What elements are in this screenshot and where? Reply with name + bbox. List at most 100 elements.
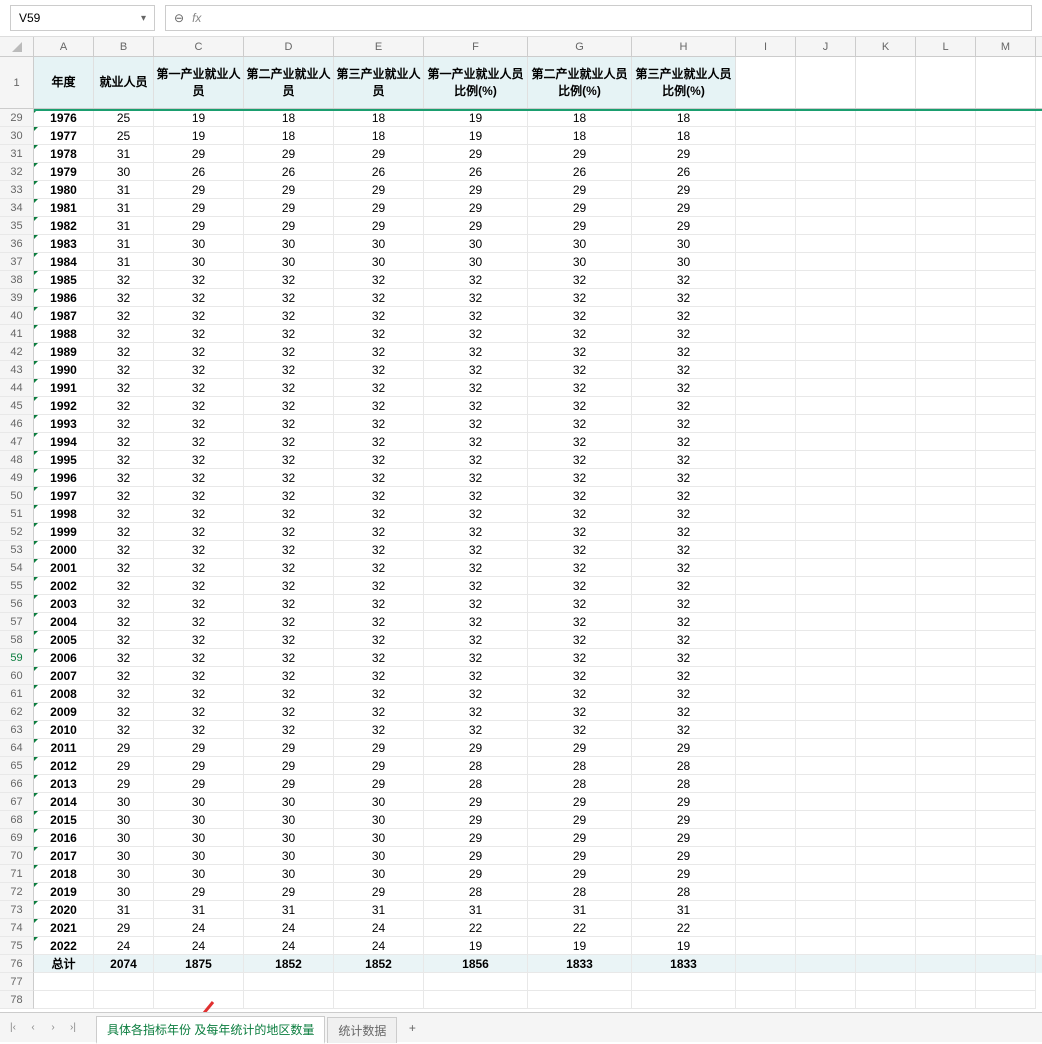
cell[interactable]: 32 [528,271,632,289]
column-header[interactable]: C [154,37,244,56]
cell[interactable]: 32 [154,307,244,325]
cell[interactable] [796,559,856,577]
cell[interactable] [916,199,976,217]
cell[interactable] [796,595,856,613]
cell[interactable] [856,199,916,217]
cell[interactable] [736,109,796,127]
cell[interactable]: 29 [424,181,528,199]
row-number[interactable]: 42 [0,343,34,361]
cell[interactable] [736,343,796,361]
cell[interactable] [736,991,796,1009]
row-number[interactable]: 68 [0,811,34,829]
cell[interactable] [736,703,796,721]
cell[interactable]: 30 [424,235,528,253]
add-sheet-button[interactable]: + [403,1019,421,1037]
cell[interactable]: 1985 [34,271,94,289]
column-header[interactable]: I [736,37,796,56]
cell[interactable]: 1833 [528,955,632,973]
cell[interactable] [976,379,1036,397]
cell[interactable] [736,397,796,415]
cell[interactable] [736,793,796,811]
cell[interactable]: 32 [154,361,244,379]
cell[interactable]: 32 [528,703,632,721]
row-number[interactable]: 33 [0,181,34,199]
cell[interactable]: 18 [632,109,736,127]
cell[interactable] [796,829,856,847]
cell[interactable]: 30 [94,793,154,811]
cell[interactable]: 29 [632,865,736,883]
cell[interactable] [796,181,856,199]
cell[interactable]: 32 [632,559,736,577]
column-header[interactable]: A [34,37,94,56]
cell[interactable] [94,991,154,1009]
cell[interactable]: 32 [424,379,528,397]
cell[interactable] [916,343,976,361]
cell[interactable]: 32 [632,703,736,721]
cell[interactable]: 32 [154,433,244,451]
cell[interactable] [976,631,1036,649]
cell[interactable]: 29 [154,775,244,793]
cell[interactable]: 30 [528,253,632,271]
row-number[interactable]: 39 [0,289,34,307]
cell[interactable] [976,289,1036,307]
cell[interactable]: 32 [334,523,424,541]
cell[interactable]: 32 [334,505,424,523]
cell[interactable] [916,847,976,865]
cell[interactable]: 19 [424,127,528,145]
cell[interactable]: 29 [244,883,334,901]
cell[interactable] [916,469,976,487]
cell[interactable] [856,217,916,235]
cell[interactable]: 30 [334,829,424,847]
cell[interactable] [736,451,796,469]
cell[interactable]: 1995 [34,451,94,469]
column-header[interactable]: B [94,37,154,56]
cell[interactable]: 32 [424,433,528,451]
cell[interactable]: 29 [334,739,424,757]
cell[interactable]: 30 [154,865,244,883]
cell[interactable]: 32 [424,415,528,433]
cell[interactable]: 32 [244,343,334,361]
cell[interactable]: 32 [528,379,632,397]
cell[interactable]: 2074 [94,955,154,973]
tab-inactive[interactable]: 统计数据 [327,1017,397,1043]
cell[interactable]: 32 [94,703,154,721]
cell[interactable] [736,361,796,379]
cell[interactable] [796,57,856,108]
cell[interactable]: 32 [632,631,736,649]
cell[interactable]: 29 [154,199,244,217]
cell[interactable] [736,667,796,685]
cell[interactable] [796,361,856,379]
cell[interactable]: 32 [334,559,424,577]
cell[interactable]: 29 [528,217,632,235]
cell[interactable]: 29 [632,181,736,199]
cell[interactable] [796,217,856,235]
cell[interactable] [796,703,856,721]
cell[interactable]: 32 [632,271,736,289]
cell[interactable]: 25 [94,109,154,127]
cell[interactable]: 19 [424,937,528,955]
cell[interactable]: 32 [244,667,334,685]
cell[interactable]: 32 [424,487,528,505]
cell[interactable] [856,973,916,991]
cell[interactable]: 32 [244,433,334,451]
cell[interactable]: 30 [154,811,244,829]
tab-nav-first[interactable]: |‹ [4,1019,22,1037]
cell[interactable] [976,613,1036,631]
cell[interactable] [736,739,796,757]
cell[interactable]: 32 [334,289,424,307]
cell[interactable]: 32 [94,307,154,325]
cell[interactable] [976,865,1036,883]
cell[interactable]: 32 [528,685,632,703]
cell[interactable] [976,307,1036,325]
cell[interactable]: 32 [528,361,632,379]
cell[interactable]: 32 [334,361,424,379]
cell[interactable] [796,505,856,523]
row-number[interactable]: 51 [0,505,34,523]
cell[interactable]: 30 [154,793,244,811]
cell[interactable] [856,901,916,919]
cell[interactable]: 32 [528,505,632,523]
cell[interactable]: 19 [154,109,244,127]
cell[interactable] [976,487,1036,505]
cell[interactable]: 32 [94,667,154,685]
cell[interactable] [856,883,916,901]
